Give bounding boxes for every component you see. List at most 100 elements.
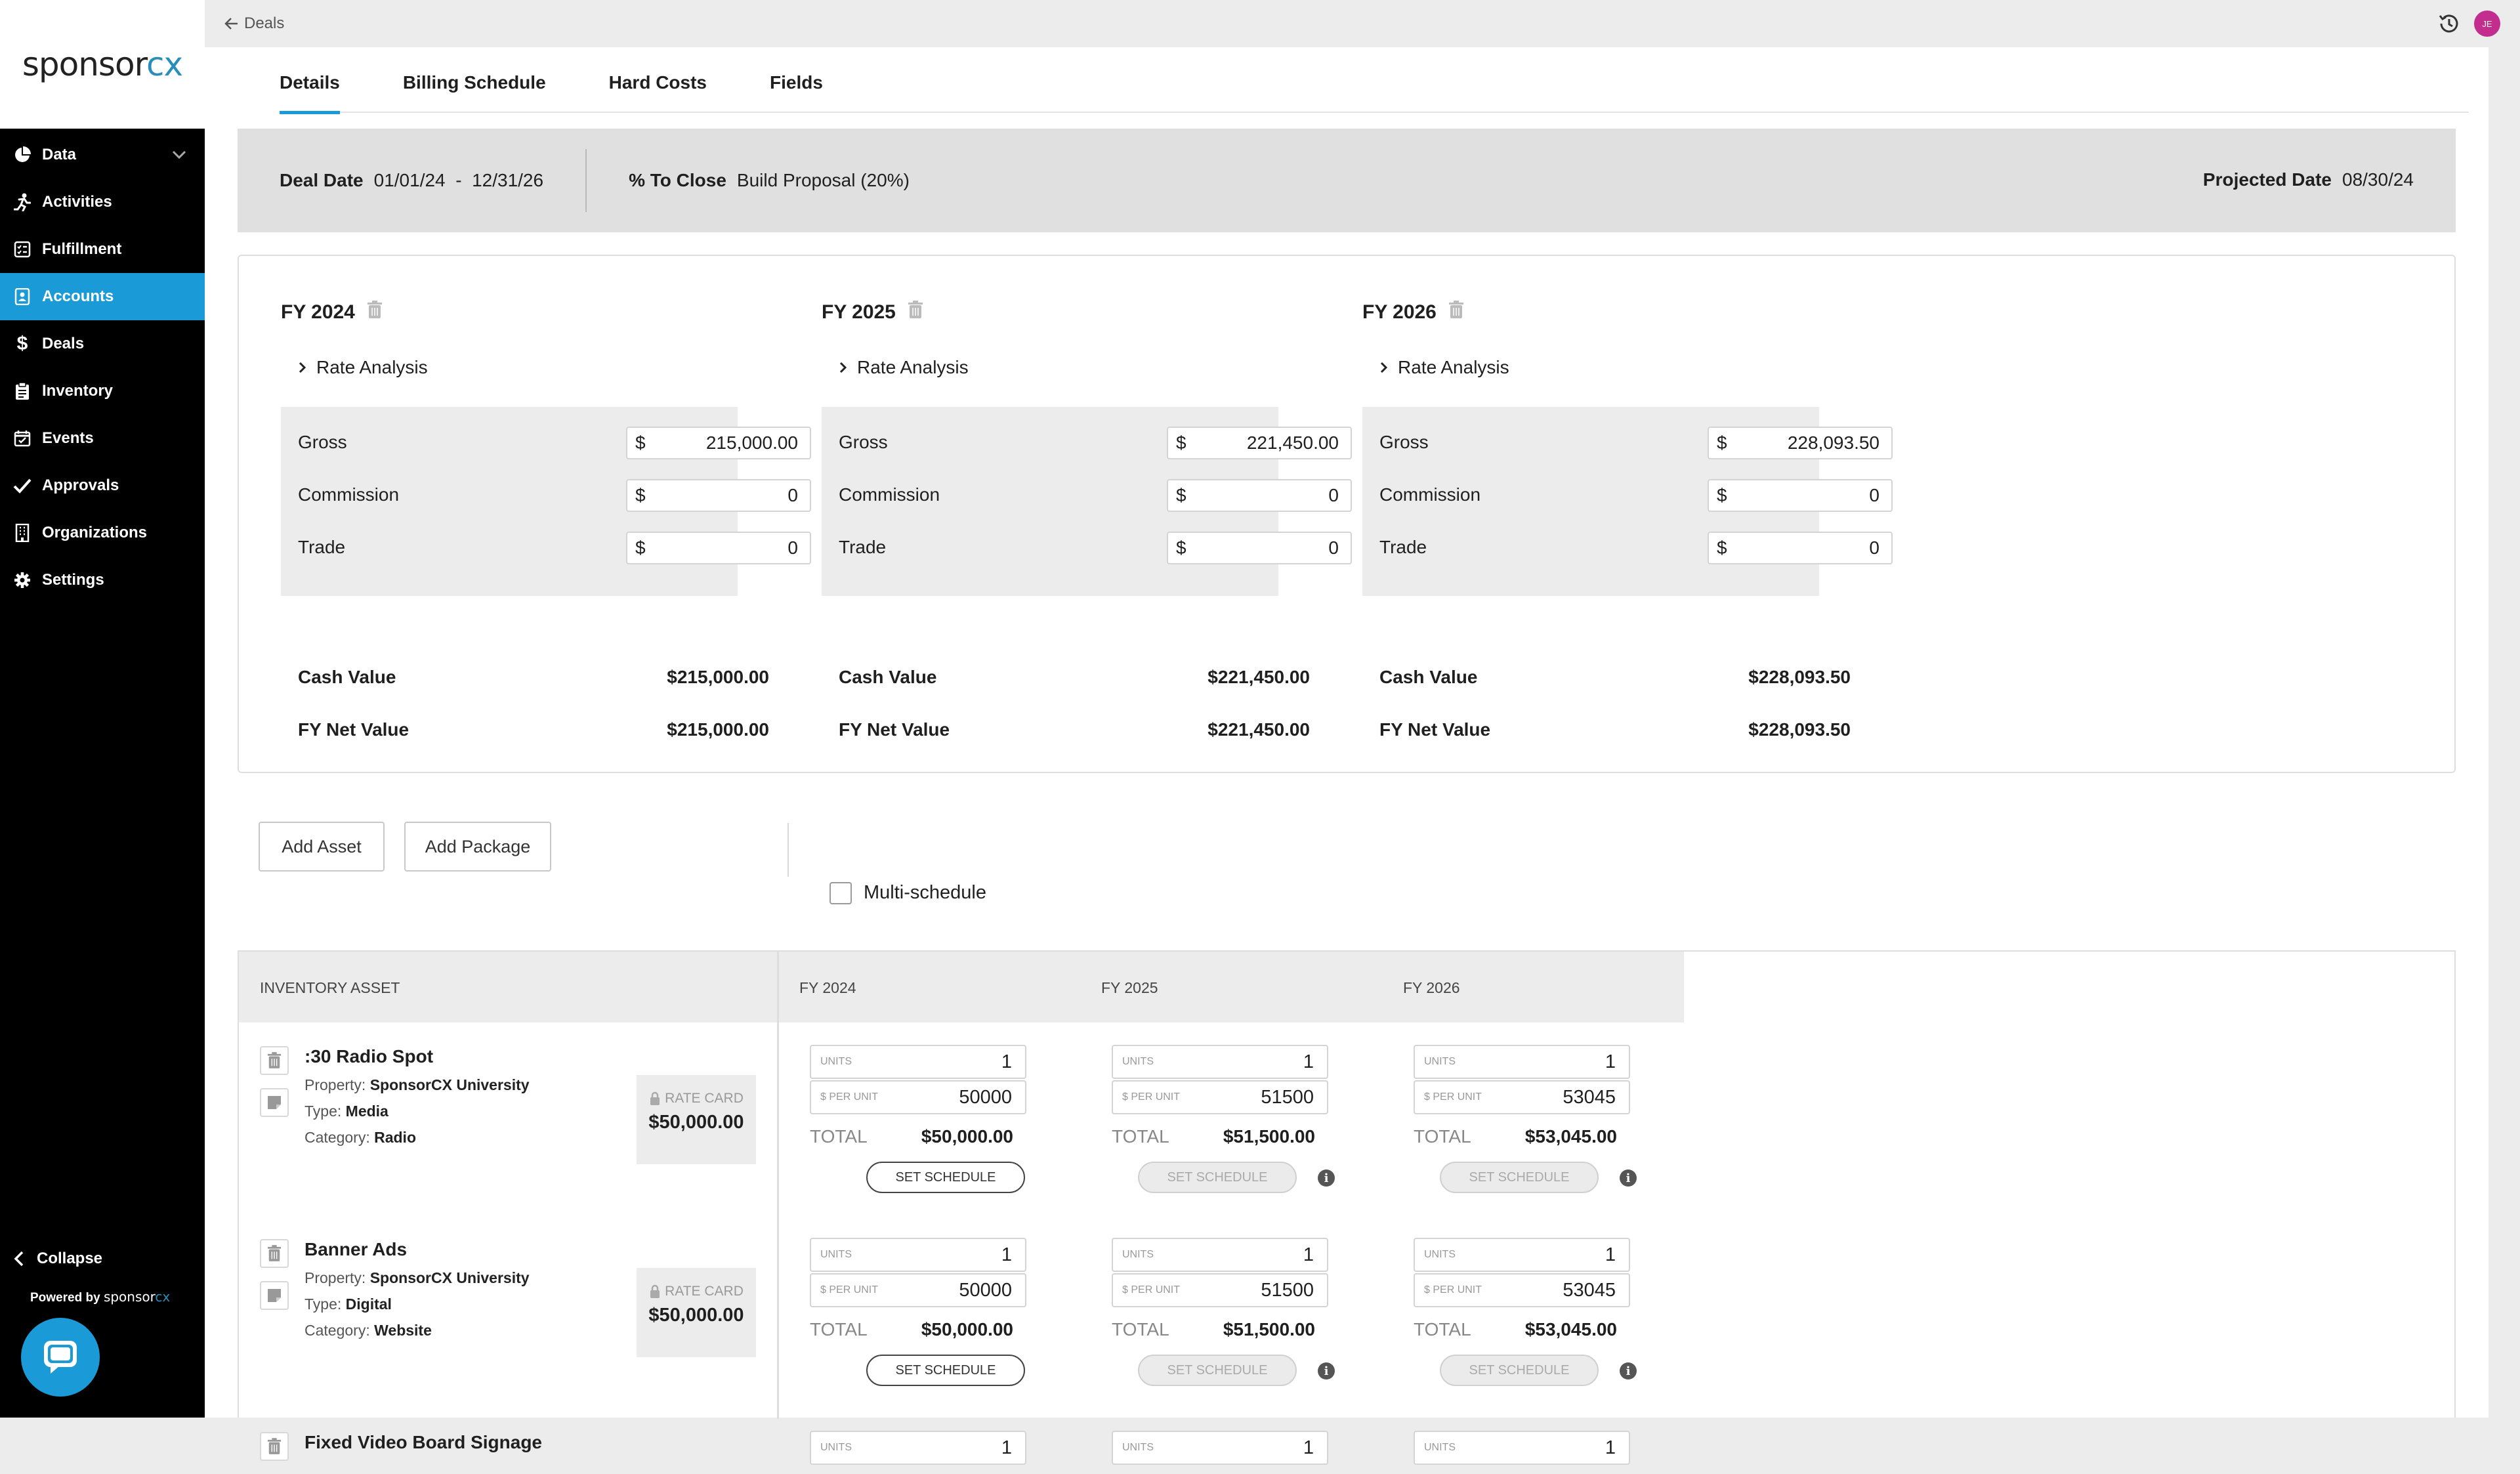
rate-analysis-toggle[interactable]: Rate Analysis: [1379, 357, 1509, 378]
chat-button[interactable]: [21, 1318, 100, 1397]
asset-name[interactable]: :30 Radio Spot: [304, 1046, 433, 1067]
fiscal-year-card: FY 2024 Rate Analysis Gross $215,000.00 …: [238, 255, 2456, 773]
gross-input[interactable]: $215,000.00: [626, 427, 811, 459]
per-unit-input[interactable]: $ PER UNIT 50000: [810, 1080, 1026, 1114]
per-unit-input[interactable]: $ PER UNIT 53045: [1414, 1273, 1630, 1307]
set-schedule-button[interactable]: SET SCHEDULE: [866, 1162, 1025, 1193]
sidebar-item-activities[interactable]: Activities: [0, 179, 205, 226]
rate-analysis-label: Rate Analysis: [316, 357, 428, 377]
trade-input[interactable]: $0: [1708, 532, 1893, 564]
per-unit-input[interactable]: $ PER UNIT 51500: [1112, 1080, 1328, 1114]
info-icon[interactable]: i: [1318, 1169, 1335, 1187]
sidebar-item-fulfillment[interactable]: Fulfillment: [0, 226, 205, 273]
commission-value: 0: [788, 485, 798, 505]
gross-input[interactable]: $221,450.00: [1167, 427, 1352, 459]
net-value: $215,000.00: [667, 719, 769, 740]
sidebar-item-deals[interactable]: $ Deals: [0, 320, 205, 368]
total-value: $50,000.00: [921, 1126, 1013, 1147]
units-input[interactable]: UNITS 1: [1112, 1238, 1328, 1272]
currency-symbol: $: [1176, 537, 1186, 558]
total-row: TOTAL $51,500.00: [1112, 1319, 1315, 1340]
units-input[interactable]: UNITS 1: [1414, 1431, 1630, 1465]
commission-input[interactable]: $0: [1167, 479, 1352, 512]
per-unit-input[interactable]: $ PER UNIT 50000: [810, 1273, 1026, 1307]
collapse-label: Collapse: [37, 1250, 103, 1267]
trash-icon[interactable]: [908, 301, 923, 324]
add-asset-button[interactable]: Add Asset: [259, 822, 385, 872]
inventory-asset-header: INVENTORY ASSET: [239, 952, 777, 1022]
delete-asset-button[interactable]: [260, 1046, 289, 1075]
note-button[interactable]: [260, 1281, 289, 1310]
units-input[interactable]: UNITS 1: [810, 1431, 1026, 1465]
deal-start-date: 01/01/24: [373, 170, 446, 190]
trade-input[interactable]: $0: [1167, 532, 1352, 564]
delete-asset-button[interactable]: [260, 1239, 289, 1268]
add-package-button[interactable]: Add Package: [404, 822, 551, 872]
sticky-note-icon: [267, 1288, 282, 1303]
units-label: UNITS: [820, 1056, 852, 1067]
set-schedule-button[interactable]: SET SCHEDULE: [1138, 1355, 1297, 1386]
per-unit-value: 51500: [1261, 1279, 1314, 1301]
info-icon[interactable]: i: [1318, 1362, 1335, 1379]
gross-input[interactable]: $228,093.50: [1708, 427, 1893, 459]
total-label: TOTAL: [1112, 1126, 1169, 1147]
units-input[interactable]: UNITS 1: [1414, 1238, 1630, 1272]
rate-card-value: $50,000.00: [648, 1112, 744, 1133]
category-value: Website: [374, 1322, 432, 1339]
tab-fields[interactable]: Fields: [770, 47, 823, 113]
avatar[interactable]: JE: [2474, 11, 2500, 37]
trade-input[interactable]: $0: [626, 532, 811, 564]
gross-label: Gross: [839, 432, 888, 452]
trash-icon[interactable]: [1448, 301, 1464, 324]
sidebar-item-data[interactable]: Data: [0, 131, 205, 179]
sidebar-item-settings[interactable]: Settings: [0, 557, 205, 604]
history-icon[interactable]: [2437, 12, 2461, 35]
deal-date[interactable]: Deal Date 01/01/24 - 12/31/26: [280, 170, 543, 191]
note-button[interactable]: [260, 1088, 289, 1117]
set-schedule-button[interactable]: SET SCHEDULE: [1138, 1162, 1297, 1193]
units-input[interactable]: UNITS 1: [1414, 1045, 1630, 1079]
asset-name[interactable]: Banner Ads: [304, 1239, 407, 1260]
multi-schedule-checkbox[interactable]: [830, 882, 852, 904]
gear-icon: [13, 571, 32, 589]
topbar: Deals JE: [205, 0, 2520, 47]
date-separator: -: [455, 170, 462, 190]
units-input[interactable]: UNITS 1: [1112, 1431, 1328, 1465]
tab-billing-schedule[interactable]: Billing Schedule: [403, 47, 546, 113]
sidebar-item-organizations[interactable]: Organizations: [0, 509, 205, 557]
collapse-button[interactable]: Collapse: [13, 1250, 102, 1268]
back-link[interactable]: Deals: [224, 14, 284, 33]
asset-name[interactable]: Fixed Video Board Signage: [304, 1432, 542, 1453]
total-label: TOTAL: [810, 1126, 868, 1147]
projected-date[interactable]: Projected Date 08/30/24: [2203, 169, 2414, 190]
rate-analysis-toggle[interactable]: Rate Analysis: [298, 357, 428, 378]
chat-bubble-icon: [40, 1336, 81, 1379]
chevron-down-icon[interactable]: [169, 144, 189, 169]
info-icon[interactable]: i: [1620, 1169, 1637, 1187]
tab-details[interactable]: Details: [280, 47, 340, 114]
units-input[interactable]: UNITS 1: [810, 1045, 1026, 1079]
net-value-row: FY Net Value $215,000.00: [298, 719, 769, 740]
sidebar-item-accounts[interactable]: Accounts: [0, 273, 205, 320]
delete-asset-button[interactable]: [260, 1432, 289, 1461]
set-schedule-button[interactable]: SET SCHEDULE: [866, 1355, 1025, 1386]
info-icon[interactable]: i: [1620, 1362, 1637, 1379]
set-schedule-button[interactable]: SET SCHEDULE: [1440, 1355, 1599, 1386]
commission-input[interactable]: $0: [626, 479, 811, 512]
rate-analysis-toggle[interactable]: Rate Analysis: [839, 357, 969, 378]
set-schedule-button[interactable]: SET SCHEDULE: [1440, 1162, 1599, 1193]
per-unit-input[interactable]: $ PER UNIT 51500: [1112, 1273, 1328, 1307]
sidebar-item-label: Events: [42, 429, 94, 447]
cash-value-label: Cash Value: [1379, 667, 1478, 687]
units-input[interactable]: UNITS 1: [1112, 1045, 1328, 1079]
sidebar-item-inventory[interactable]: Inventory: [0, 368, 205, 415]
tab-hard-costs[interactable]: Hard Costs: [609, 47, 707, 113]
percent-to-close[interactable]: % To Close Build Proposal (20%): [629, 170, 910, 191]
sidebar-item-events[interactable]: Events: [0, 415, 205, 462]
per-unit-input[interactable]: $ PER UNIT 53045: [1414, 1080, 1630, 1114]
units-input[interactable]: UNITS 1: [810, 1238, 1026, 1272]
commission-input[interactable]: $0: [1708, 479, 1893, 512]
divider: [788, 823, 789, 877]
trash-icon[interactable]: [367, 301, 383, 324]
sidebar-item-approvals[interactable]: Approvals: [0, 462, 205, 509]
